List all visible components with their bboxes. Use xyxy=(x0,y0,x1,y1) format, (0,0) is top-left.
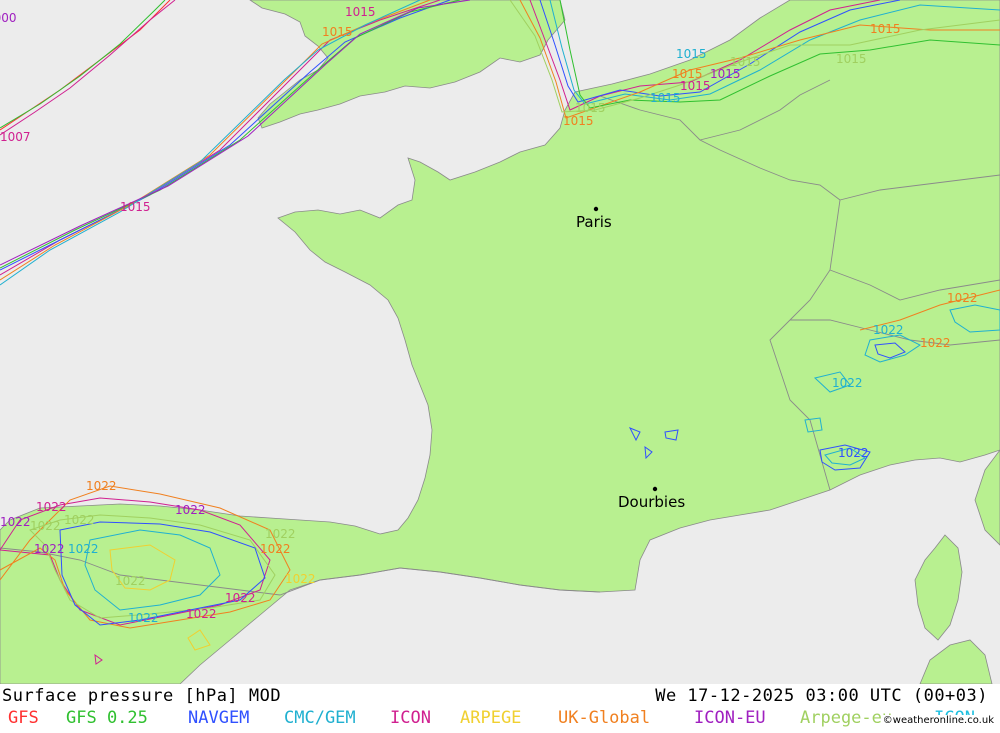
legend-item: ICON-EU xyxy=(694,708,766,728)
legend-item: GFS 0.25 xyxy=(66,708,148,728)
legend-item: UK-Global xyxy=(558,708,651,728)
isobar-label: 1015 xyxy=(563,114,594,128)
isobar-label: 1015 xyxy=(120,200,151,214)
legend-item: ARPEGE xyxy=(460,708,522,728)
isobar-label: 1015 xyxy=(870,22,901,36)
isobar-label: 1022 xyxy=(285,572,316,586)
isobar-label: 1022 xyxy=(128,611,159,625)
legend-item: NAVGEM xyxy=(188,708,250,728)
isobar-label: 1022 xyxy=(947,291,978,305)
isobar-label: 1022 xyxy=(36,500,67,514)
city-label: Paris xyxy=(576,213,612,231)
isobar-label: 1015 xyxy=(676,47,707,61)
isobar-label: 1022 xyxy=(920,336,951,350)
isobar-label: 1022 xyxy=(30,519,61,533)
isobar-label: 1015 xyxy=(575,101,606,115)
isobar-label: 1007 xyxy=(0,130,31,144)
isobar-label: 1022 xyxy=(86,479,117,493)
isobar-label: 1022 xyxy=(186,607,217,621)
isobar-label: 1022 xyxy=(832,376,863,390)
isobar-label: 1022 xyxy=(873,323,904,337)
isobar-label: 1022 xyxy=(838,446,869,460)
legend-item: ICON xyxy=(390,708,431,728)
map-title: Surface pressure [hPa] MOD xyxy=(2,686,282,706)
isobar-label: 1015 xyxy=(680,79,711,93)
legend-item: CMC/GEM xyxy=(284,708,356,728)
city-marker xyxy=(652,486,658,492)
valid-time: We 17-12-2025 03:00 UTC (00+03) xyxy=(655,686,988,706)
isobar-label: 1015 xyxy=(730,55,761,69)
isobar-label: 1015 xyxy=(650,91,681,105)
isobar-label: 1022 xyxy=(0,515,31,529)
legend-item: GFS xyxy=(8,708,39,728)
credit-text: ©weatheronline.co.uk xyxy=(880,715,996,726)
city-marker xyxy=(593,206,599,212)
isobar-label: 1022 xyxy=(225,591,256,605)
isobar-label: 1022 xyxy=(175,503,206,517)
city-label: Dourbies xyxy=(618,493,685,511)
isobar-label: 1022 xyxy=(68,542,99,556)
isobar-label: 1022 xyxy=(265,527,296,541)
pressure-map: 1015 1015 1015 1015 1015 1015 1015 1015 … xyxy=(0,0,1000,685)
model-legend: GFS GFS 0.25 NAVGEM CMC/GEM ICON ARPEGE … xyxy=(4,708,1000,730)
isobar-label: 1022 xyxy=(260,542,291,556)
map-canvas: 1015 1015 1015 1015 1015 1015 1015 1015 … xyxy=(0,0,1000,685)
isobar-label: 1022 xyxy=(115,574,146,588)
isobar-label: 1015 xyxy=(322,25,353,39)
isobar-label: 1015 xyxy=(836,52,867,66)
isobar-label: 1015 xyxy=(710,67,741,81)
isobar-label: 1015 xyxy=(345,5,376,19)
isobar-label: 1022 xyxy=(34,542,65,556)
isobar-label: 1022 xyxy=(64,513,95,527)
isobar-label: 1000 xyxy=(0,11,17,25)
map-footer: Surface pressure [hPa] MOD We 17-12-2025… xyxy=(0,684,1000,733)
legend-item: Arpege-eu xyxy=(800,708,893,728)
